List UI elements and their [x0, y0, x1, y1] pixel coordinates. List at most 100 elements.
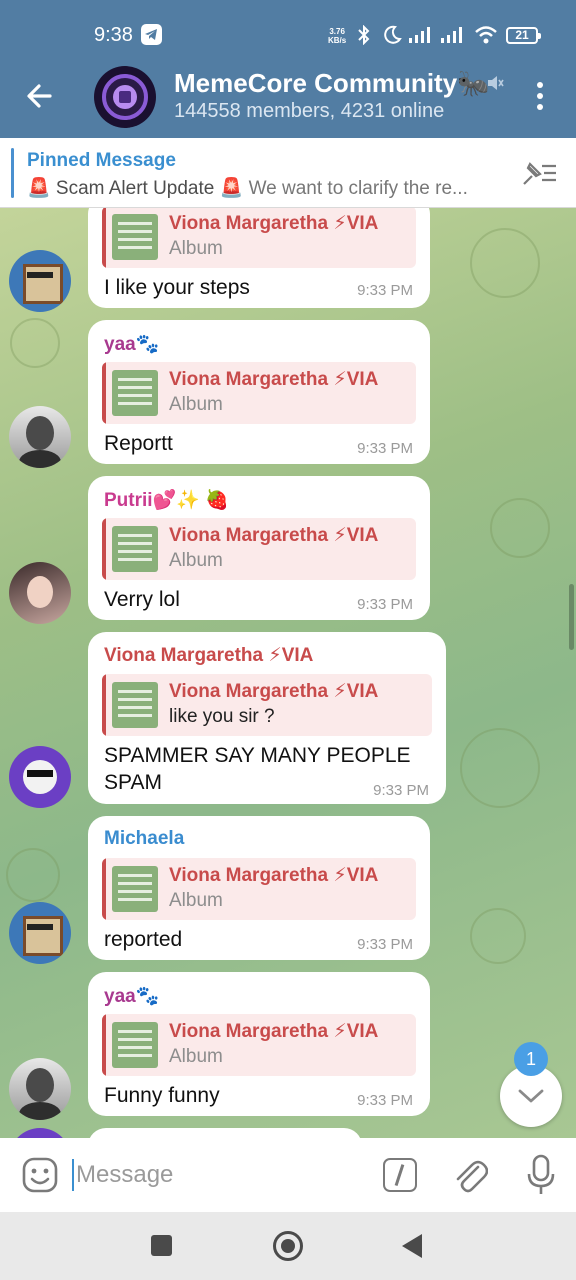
chevron-down-icon — [518, 1089, 544, 1103]
message-time: 9:33 PM — [357, 1092, 413, 1109]
reply-preview[interactable]: Viona Margaretha ⚡VIA Album — [102, 362, 416, 424]
system-nav-bar — [0, 1212, 576, 1280]
message-text-line: SPAM — [104, 771, 162, 794]
bot-command-icon[interactable] — [383, 1158, 417, 1192]
unread-badge[interactable]: 1 — [514, 1042, 548, 1076]
album-thumbnail — [112, 526, 158, 572]
battery-icon: 21 — [506, 27, 541, 44]
album-thumbnail — [112, 1022, 158, 1068]
pinned-preview: 🚨 Scam Alert Update 🚨 We want to clarify… — [27, 176, 517, 200]
attach-icon[interactable] — [452, 1155, 488, 1195]
back-arrow-icon[interactable] — [22, 80, 58, 112]
reply-name: Viona Margaretha ⚡VIA — [169, 681, 379, 702]
reply-name: Viona Margaretha ⚡VIA — [169, 1021, 379, 1042]
sender-name[interactable]: yaa🐾 — [104, 332, 159, 356]
message-text: Reportt — [104, 432, 173, 455]
album-thumbnail — [112, 866, 158, 912]
home-icon[interactable] — [273, 1231, 303, 1261]
sender-name[interactable]: Putrii💕✨ 🍓 — [104, 488, 229, 512]
emoji-icon[interactable] — [22, 1157, 58, 1193]
avatar[interactable] — [9, 250, 71, 312]
pin-list-icon[interactable] — [520, 158, 558, 188]
message-bubble[interactable]: Viona Margaretha ⚡VIA Album I like your … — [88, 208, 430, 308]
sender-name[interactable]: yaa🐾 — [104, 984, 159, 1008]
text-cursor — [72, 1159, 74, 1191]
wallpaper-doodle — [470, 228, 540, 298]
reply-preview[interactable]: Viona Margaretha ⚡VIA Album — [102, 208, 416, 268]
reply-name: Viona Margaretha ⚡VIA — [169, 369, 379, 390]
photo-thumbnail — [112, 682, 158, 728]
recents-icon[interactable] — [151, 1235, 172, 1256]
reply-name: Viona Margaretha ⚡VIA — [169, 525, 379, 546]
reply-subtitle: Album — [169, 890, 223, 911]
message-text-line: SPAMMER SAY MANY PEOPLE — [104, 744, 411, 767]
album-thumbnail — [112, 214, 158, 260]
moon-icon — [384, 25, 402, 44]
message-time: 9:33 PM — [357, 440, 413, 457]
message-bubble[interactable]: yaa🐾 Viona Margaretha ⚡VIA Album Reportt… — [88, 320, 430, 464]
pinned-title: Pinned Message — [27, 150, 176, 171]
wallpaper-doodle — [490, 498, 550, 558]
message-time: 9:33 PM — [357, 282, 413, 299]
reply-preview[interactable]: Viona Margaretha ⚡VIA Album — [102, 858, 416, 920]
top-bar: 9:38 3.76 KB/s 21 MemeCore Community🐜 14… — [0, 0, 576, 138]
bluetooth-icon — [358, 25, 370, 45]
reply-subtitle: Album — [169, 1046, 223, 1067]
nav-back-icon[interactable] — [402, 1234, 422, 1258]
message-text: I like your steps — [104, 276, 250, 299]
message-bubble[interactable]: Putrii💕✨ 🍓 Viona Margaretha ⚡VIA Album V… — [88, 476, 430, 620]
message-time: 9:33 PM — [373, 782, 429, 799]
chat-area[interactable]: Viona Margaretha ⚡VIA Album I like your … — [0, 208, 576, 1138]
message-time: 9:33 PM — [357, 936, 413, 953]
sender-name[interactable]: Michaela — [104, 828, 184, 850]
reply-name: Viona Margaretha ⚡VIA — [169, 865, 379, 886]
reply-subtitle: Album — [169, 238, 223, 259]
avatar[interactable] — [9, 1128, 71, 1138]
reply-preview[interactable]: Viona Margaretha ⚡VIA Album — [102, 1014, 416, 1076]
message-text: reported — [104, 928, 183, 951]
message-bubble[interactable]: yaa🐾 Viona Margaretha ⚡VIA Album Funny f… — [88, 972, 430, 1116]
reply-subtitle: like you sir ? — [169, 706, 275, 727]
wifi-icon — [475, 26, 497, 44]
group-avatar[interactable] — [94, 66, 156, 128]
scrollbar[interactable] — [569, 584, 574, 650]
group-title[interactable]: MemeCore Community🐜 — [174, 68, 490, 99]
message-bubble[interactable]: Michaela Viona Margaretha ⚡VIA Album rep… — [88, 816, 430, 960]
reply-subtitle: Album — [169, 394, 223, 415]
album-thumbnail — [112, 370, 158, 416]
status-bar: 9:38 3.76 KB/s 21 — [0, 0, 576, 64]
reply-preview[interactable]: Viona Margaretha ⚡VIA Album — [102, 518, 416, 580]
wallpaper-doodle — [10, 318, 60, 368]
avatar[interactable] — [9, 902, 71, 964]
signal-icon — [441, 27, 462, 43]
avatar[interactable] — [9, 406, 71, 468]
reply-name: Viona Margaretha ⚡VIA — [169, 213, 379, 234]
avatar[interactable] — [9, 562, 71, 624]
reply-preview[interactable]: Viona Margaretha ⚡VIA like you sir ? — [102, 674, 432, 736]
message-text: Verry lol — [104, 588, 180, 611]
message-input[interactable] — [76, 1158, 366, 1192]
group-subtitle: 144558 members, 4231 online — [174, 100, 445, 122]
wallpaper-doodle — [6, 848, 60, 902]
wallpaper-doodle — [470, 908, 526, 964]
pinned-alert: 🚨 Scam Alert Update 🚨 — [27, 178, 244, 199]
sender-name[interactable]: Viona Margaretha ⚡VIA — [104, 644, 313, 667]
avatar[interactable] — [9, 1058, 71, 1120]
net-speed: 3.76 KB/s — [328, 27, 347, 45]
more-vert-icon[interactable] — [530, 82, 550, 114]
signal-icon — [409, 27, 430, 43]
status-time: 9:38 — [94, 24, 133, 46]
message-text: Funny funny — [104, 1084, 220, 1107]
pinned-text: We want to clarify the re... — [248, 178, 468, 199]
mute-icon — [488, 76, 504, 90]
avatar[interactable] — [9, 746, 71, 808]
message-bubble[interactable] — [88, 1128, 362, 1138]
mic-icon[interactable] — [526, 1154, 556, 1196]
telegram-icon — [141, 24, 162, 45]
message-bubble[interactable]: Viona Margaretha ⚡VIA Viona Margaretha ⚡… — [88, 632, 446, 804]
reply-subtitle: Album — [169, 550, 223, 571]
message-input-bar — [0, 1138, 576, 1212]
pinned-message-bar[interactable]: Pinned Message 🚨 Scam Alert Update 🚨 We … — [0, 138, 576, 208]
wallpaper-doodle — [460, 728, 540, 808]
pinned-indicator — [11, 148, 14, 198]
